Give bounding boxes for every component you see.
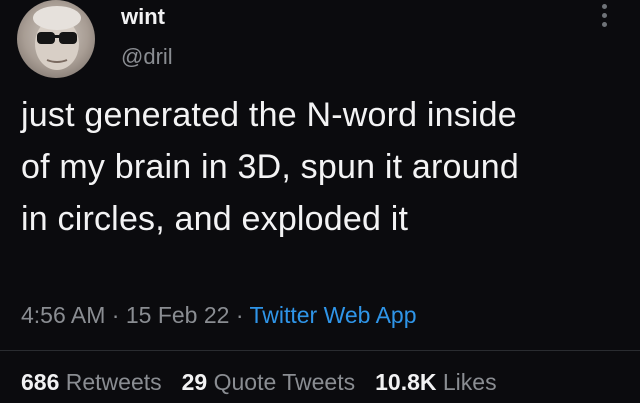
quote-tweets-count: 29 xyxy=(181,369,208,395)
retweets-count: 686 xyxy=(21,369,60,395)
tweet-text-line: of my brain in 3D, spun it around xyxy=(21,148,519,186)
retweets-label: Retweets xyxy=(65,369,162,395)
tweet-text-line: just generated the N-word inside xyxy=(21,96,517,134)
separator: · xyxy=(229,302,250,328)
tweet-date[interactable]: 15 Feb 22 xyxy=(126,302,230,328)
vertical-ellipsis-icon[interactable] xyxy=(598,4,610,34)
avatar-image xyxy=(33,6,81,70)
likes-count: 10.8K xyxy=(375,369,437,395)
display-name[interactable]: wint xyxy=(121,4,165,30)
separator: · xyxy=(105,302,126,328)
tweet-card: wint @dril just generated the N-word ins… xyxy=(0,0,640,403)
quote-tweets-stat[interactable]: 29 Quote Tweets xyxy=(182,369,355,395)
user-handle[interactable]: @dril xyxy=(121,44,173,70)
tweet-text: just generated the N-word inside of my b… xyxy=(21,89,621,245)
tweet-metadata: 4:56 AM · 15 Feb 22 · Twitter Web App xyxy=(21,302,417,329)
quote-tweets-label: Quote Tweets xyxy=(213,369,356,395)
likes-label: Likes xyxy=(442,369,497,395)
tweet-source-link[interactable]: Twitter Web App xyxy=(249,302,416,328)
likes-stat[interactable]: 10.8K Likes xyxy=(375,369,496,395)
avatar[interactable] xyxy=(17,0,95,78)
divider xyxy=(0,350,640,351)
tweet-time[interactable]: 4:56 AM xyxy=(21,302,105,328)
tweet-stats: 686 Retweets 29 Quote Tweets 10.8K Likes xyxy=(21,369,497,396)
tweet-text-line: in circles, and exploded it xyxy=(21,200,409,238)
retweets-stat[interactable]: 686 Retweets xyxy=(21,369,162,395)
